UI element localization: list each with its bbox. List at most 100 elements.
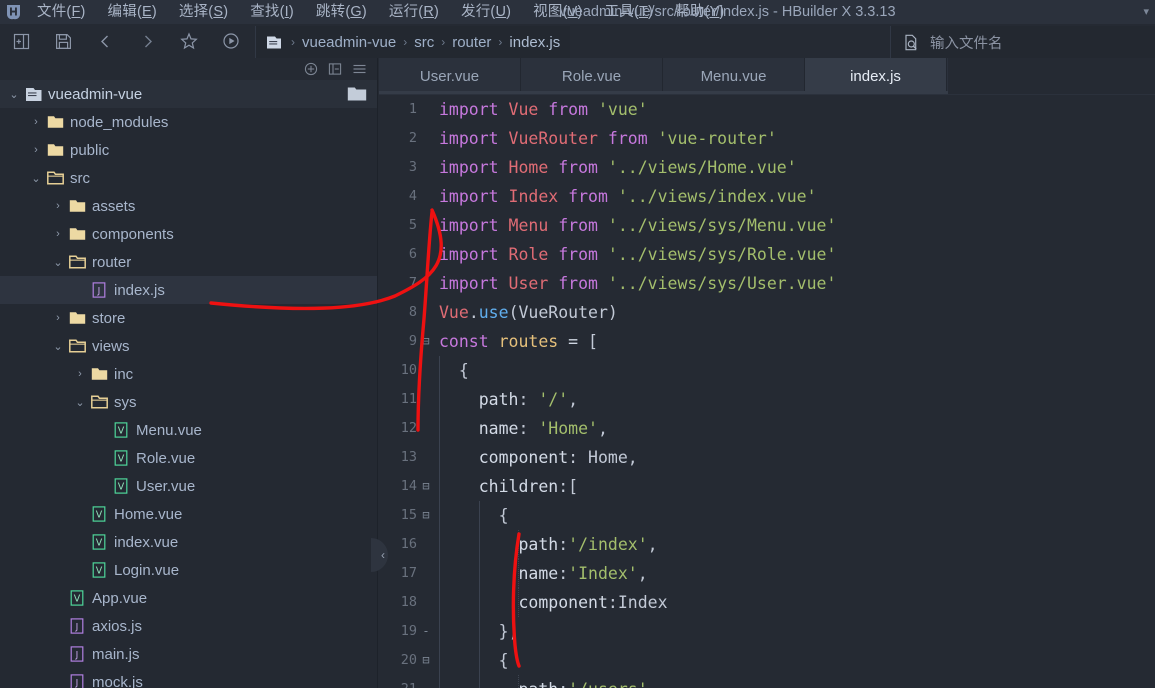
line-number: 2 <box>408 130 417 146</box>
menu-tools[interactable]: 工具(T) <box>594 0 665 24</box>
editor-tab-menu-vue[interactable]: Menu.vue <box>663 58 805 94</box>
svg-text:J: J <box>75 651 79 661</box>
tree-item-node-modules[interactable]: › node_modules <box>0 108 377 136</box>
chevron-down-icon[interactable]: ⌄ <box>6 80 22 108</box>
folder-icon[interactable] <box>347 86 367 106</box>
menu-find[interactable]: 查找(I) <box>239 0 305 24</box>
code-line: 16 path:'/index', <box>379 530 1155 559</box>
editor-tab-index-js[interactable]: index.js <box>805 58 947 94</box>
breadcrumb-item-router[interactable]: router <box>452 34 491 51</box>
menu-help[interactable]: 帮助(Y) <box>664 0 735 24</box>
code-content[interactable]: 1 import Vue from 'vue' 2 import VueRouter … <box>379 95 1155 688</box>
menu-file[interactable]: 文件(F) <box>26 0 97 24</box>
code-fold-marker[interactable]: ⊟ <box>420 501 432 530</box>
tree-item-assets[interactable]: › assets <box>0 192 377 220</box>
tree-item-index-js[interactable]: Jindex.js <box>0 276 377 304</box>
editor-tab-role-vue[interactable]: Role.vue <box>521 58 663 94</box>
find-file-box[interactable]: 输入文件名 <box>890 26 1155 58</box>
back-icon[interactable] <box>84 24 126 58</box>
editor-tab-user-vue[interactable]: User.vue <box>379 58 521 94</box>
indent-guide <box>439 675 440 688</box>
collapse-panel-icon[interactable] <box>323 58 347 80</box>
indent-guide <box>439 646 440 675</box>
tree-item-user-vue[interactable]: V User.vue <box>0 472 377 500</box>
code-token-prop: name <box>439 419 519 438</box>
menu-view[interactable]: 视图(V) <box>522 0 593 24</box>
chevron-right-icon[interactable]: › <box>50 192 66 220</box>
tree-item-router[interactable]: ⌄ router <box>0 248 377 276</box>
tree-item-src[interactable]: ⌄ src <box>0 164 377 192</box>
tree-item-axios-js[interactable]: Jaxios.js <box>0 612 377 640</box>
code-token-str: '/index' <box>568 535 648 554</box>
indent-guide <box>439 443 440 472</box>
breadcrumb-item-src[interactable]: src <box>414 34 434 51</box>
chevron-right-icon[interactable]: › <box>50 304 66 332</box>
add-circle-icon[interactable] <box>299 58 323 80</box>
tree-item-store[interactable]: › store <box>0 304 377 332</box>
chevron-down-icon[interactable]: ▾ <box>1143 0 1149 24</box>
menu-edit[interactable]: 编辑(E) <box>97 0 168 24</box>
menu-goto[interactable]: 跳转(G) <box>305 0 378 24</box>
code-fold-marker[interactable]: ⊟ <box>420 472 432 501</box>
vue-file-icon: V <box>88 556 110 584</box>
folder-icon <box>44 108 66 136</box>
tree-item-components[interactable]: › components <box>0 220 377 248</box>
code-token-kw: import <box>439 158 499 177</box>
save-icon[interactable] <box>42 24 84 58</box>
chevron-down-icon[interactable]: ⌄ <box>72 388 88 416</box>
indent-guide <box>518 559 520 588</box>
tree-item-mock-js[interactable]: Jmock.js <box>0 668 377 688</box>
tree-item-app-vue[interactable]: V App.vue <box>0 584 377 612</box>
indent-guide <box>439 588 440 617</box>
tree-item-role-vue[interactable]: V Role.vue <box>0 444 377 472</box>
tree-item-menu-vue[interactable]: V Menu.vue <box>0 416 377 444</box>
menu-run[interactable]: 运行(R) <box>378 0 450 24</box>
tree-item-label: Role.vue <box>136 449 196 467</box>
title-bar: 文件(F) 编辑(E) 选择(S) 查找(I) 跳转(G) 运行(R) 发行(U… <box>0 0 1155 24</box>
chevron-right-icon[interactable]: › <box>28 108 44 136</box>
js-file-icon: J <box>66 640 88 668</box>
tree-item-vueadmin-vue[interactable]: ⌄ vueadmin-vue <box>0 80 377 108</box>
tree-item-inc[interactable]: › inc <box>0 360 377 388</box>
line-number: 12 <box>400 420 417 436</box>
menu-publish[interactable]: 发行(U) <box>450 0 522 24</box>
code-token-plain: VueRouter <box>518 303 608 322</box>
vue-file-icon: V <box>110 472 132 500</box>
tree-item-home-vue[interactable]: V Home.vue <box>0 500 377 528</box>
menu-select[interactable]: 选择(S) <box>168 0 239 24</box>
folder-open-icon <box>66 248 88 276</box>
tree-item-index-vue[interactable]: Vindex.vue <box>0 528 377 556</box>
tree-item-main-js[interactable]: Jmain.js <box>0 640 377 668</box>
vue-file-icon: V <box>66 584 88 612</box>
chevron-right-icon[interactable]: › <box>50 220 66 248</box>
svg-text:V: V <box>118 454 125 465</box>
code-fold-marker[interactable]: ⊟ <box>420 327 432 356</box>
chevron-down-icon[interactable]: ⌄ <box>28 164 44 192</box>
menu-hamburger-icon[interactable] <box>347 58 371 80</box>
code-token-id: Home <box>508 158 549 177</box>
chevron-right-icon[interactable]: › <box>72 360 88 388</box>
breadcrumb-item-project[interactable]: vueadmin-vue <box>302 34 396 51</box>
breadcrumb-separator: › <box>403 35 408 49</box>
chevron-down-icon[interactable]: ⌄ <box>50 248 66 276</box>
vue-file-icon: V <box>88 500 110 528</box>
tree-item-views[interactable]: ⌄ views <box>0 332 377 360</box>
favorite-star-icon[interactable] <box>168 24 210 58</box>
forward-icon[interactable] <box>126 24 168 58</box>
chevron-right-icon[interactable]: › <box>28 136 44 164</box>
tree-item-public[interactable]: › public <box>0 136 377 164</box>
tree-item-label: vueadmin-vue <box>48 85 143 103</box>
tree-item-login-vue[interactable]: V Login.vue <box>0 556 377 584</box>
toggle-sidebar-icon[interactable] <box>0 24 42 58</box>
tree-item-sys[interactable]: ⌄ sys <box>0 388 377 416</box>
code-fold-marker[interactable]: - <box>420 617 432 646</box>
breadcrumb-item-file[interactable]: index.js <box>509 34 560 51</box>
code-line: 7 import User from '../views/sys/User.vue… <box>379 269 1155 298</box>
folder-icon <box>88 360 110 388</box>
run-icon[interactable] <box>210 24 252 58</box>
code-fold-marker[interactable]: ⊟ <box>420 646 432 675</box>
chevron-down-icon[interactable]: ⌄ <box>50 332 66 360</box>
indent-guide <box>478 617 480 646</box>
